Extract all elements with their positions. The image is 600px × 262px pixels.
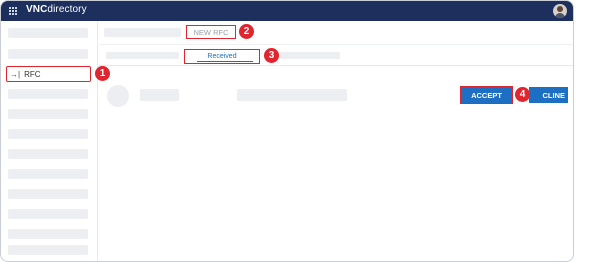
callout-badge-3: 3 — [264, 48, 279, 63]
sidebar-item-rfc[interactable]: →| RFC — [6, 66, 91, 82]
active-tab-indicator — [197, 60, 253, 62]
request-name-placeholder — [140, 89, 179, 101]
sidebar-placeholder — [8, 229, 88, 239]
accept-button[interactable]: ACCEPT — [460, 86, 513, 104]
sidebar-placeholder — [8, 89, 88, 99]
decline-button[interactable]: CLINE — [529, 87, 568, 103]
request-detail-placeholder — [237, 89, 347, 101]
sidebar-placeholder — [8, 245, 88, 255]
top-bar: VNCdirectory — [1, 1, 573, 21]
brand-bold: VNC — [26, 4, 48, 15]
request-avatar-placeholder — [107, 85, 129, 107]
apps-grid-icon[interactable] — [9, 7, 17, 15]
sidebar-placeholder — [8, 28, 88, 38]
arrow-right-bar-icon: →| — [10, 69, 21, 79]
sidebar-placeholder — [8, 169, 88, 179]
sidebar-placeholder — [8, 109, 88, 119]
sidebar-placeholder — [8, 149, 88, 159]
sidebar-placeholder — [8, 189, 88, 199]
tab-received[interactable]: Received — [184, 49, 260, 64]
new-rfc-button[interactable]: NEW RFC — [186, 25, 236, 39]
app-logo: VNCdirectory — [26, 4, 87, 15]
app-window: VNCdirectory →| RFC NEW RFC Received ACC… — [0, 0, 574, 262]
callout-badge-2: 2 — [239, 24, 254, 39]
sidebar — [1, 21, 98, 261]
header-placeholder — [104, 28, 181, 37]
sidebar-placeholder — [8, 209, 88, 219]
sidebar-placeholder — [8, 129, 88, 139]
callout-badge-4: 4 — [515, 87, 530, 102]
header-divider — [99, 44, 573, 45]
sidebar-placeholder — [8, 49, 88, 59]
tab-label: Received — [207, 53, 237, 60]
tab-placeholder — [106, 52, 179, 59]
brand-rest: directory — [47, 4, 87, 15]
sidebar-item-label: RFC — [24, 69, 41, 79]
user-avatar[interactable] — [553, 4, 567, 18]
callout-badge-1: 1 — [95, 66, 110, 81]
tab-divider — [99, 65, 573, 66]
